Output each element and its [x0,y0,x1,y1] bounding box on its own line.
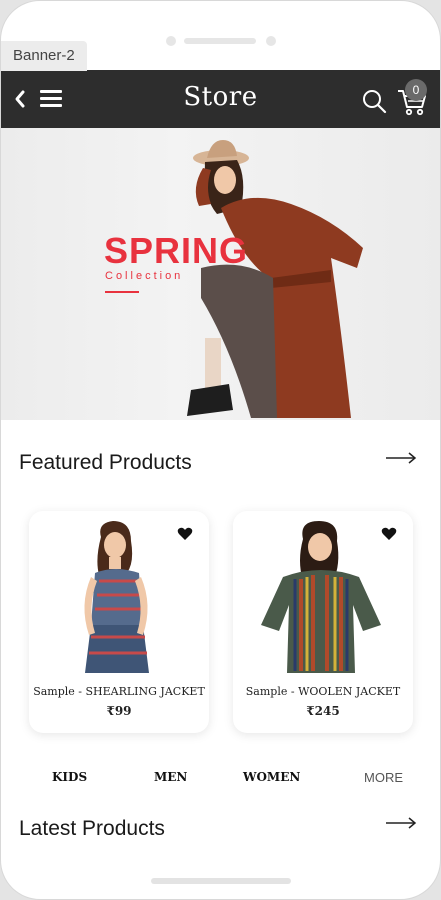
banner-title: SPRING [104,230,249,271]
product-image [261,521,381,673]
banner-divider [105,291,139,293]
home-indicator[interactable] [151,878,291,884]
product-image [84,521,149,673]
banner-subtitle: Collection [105,270,184,282]
featured-more-arrow-icon[interactable] [385,452,417,464]
heart-icon[interactable] [381,527,397,541]
banner-model-image [187,140,363,418]
category-women[interactable]: WOMEN [243,770,300,784]
latest-more-arrow-icon[interactable] [385,817,417,829]
product-name: Sample - SHEARLING JACKET [33,685,205,698]
product-card[interactable]: Sample - SHEARLING JACKET ₹99 [29,511,209,733]
product-card[interactable]: Sample - WOOLEN JACKET ₹245 [233,511,413,733]
product-price: ₹99 [106,704,132,718]
latest-products-title: Latest Products [19,817,165,840]
category-kids[interactable]: KIDS [52,770,87,784]
app-header: Store [1,70,440,128]
category-men[interactable]: MEN [154,770,187,784]
screen-label: Banner-2 [1,41,87,71]
phone-frame: Banner-2 Store 0 SPRING Collection Featu… [0,0,441,900]
search-icon[interactable] [361,88,387,114]
featured-products-title: Featured Products [19,451,192,474]
category-more[interactable]: MORE [364,770,403,785]
promo-banner[interactable]: SPRING Collection [1,128,440,420]
product-price: ₹245 [306,704,340,718]
product-name: Sample - WOOLEN JACKET [245,685,401,698]
heart-icon[interactable] [177,527,193,541]
cart-count-badge: 0 [405,79,427,101]
category-tabs: KIDS MEN WOMEN MORE [1,770,440,790]
